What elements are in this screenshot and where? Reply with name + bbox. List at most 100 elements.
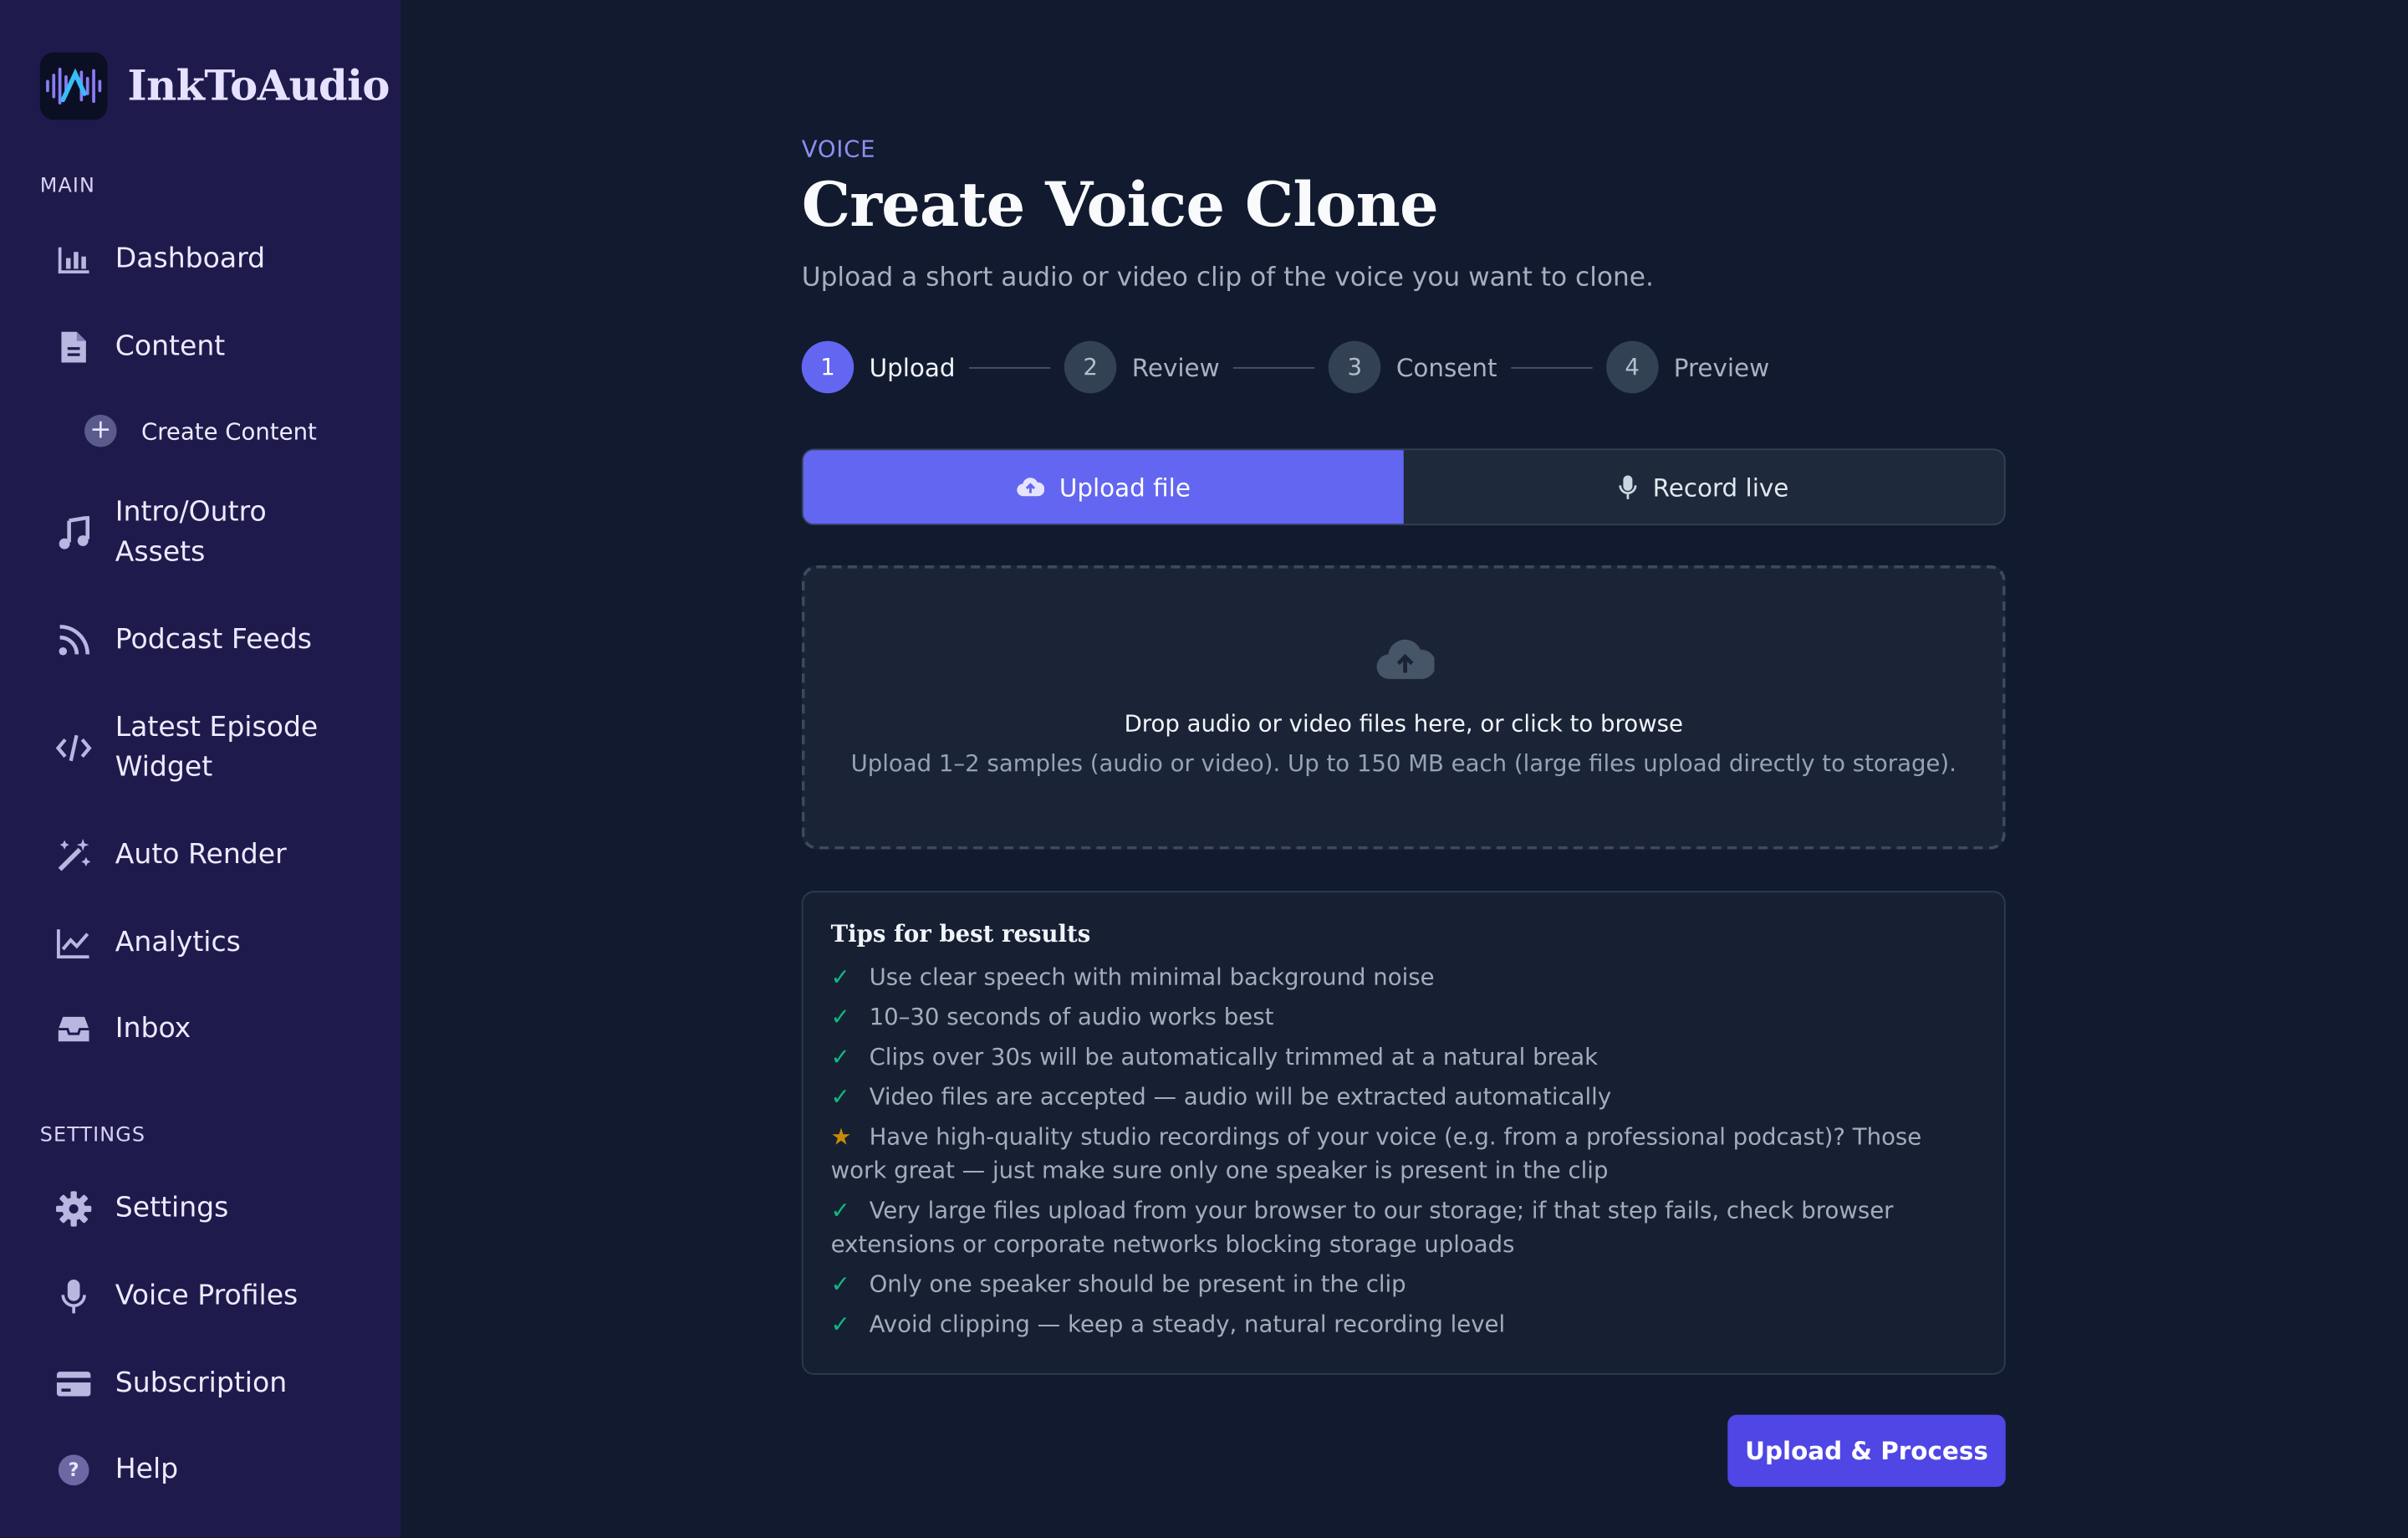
gear-icon	[55, 1190, 92, 1227]
sidebar-item-subscription[interactable]: Subscription	[55, 1364, 345, 1404]
step-review: 2 Review	[1064, 340, 1220, 394]
check-icon: ✓	[830, 1043, 850, 1071]
sidebar-item-create-content[interactable]: + Create Content	[84, 414, 317, 447]
bar-chart-icon	[55, 241, 92, 278]
step-upload: 1 Upload	[801, 340, 956, 394]
sidebar-item-intro-outro-assets[interactable]: Intro/Outro Assets	[55, 493, 345, 574]
sidebar-item-label: Auto Render	[115, 838, 287, 871]
step-label: Upload	[869, 352, 956, 382]
waveform-logo-icon	[39, 52, 108, 120]
sidebar-item-label: Inbox	[115, 1012, 191, 1045]
cloud-upload-icon	[1016, 476, 1044, 498]
input-mode-tabs: Upload file Record live	[801, 448, 2006, 526]
sidebar-item-dashboard[interactable]: Dashboard	[55, 240, 345, 280]
step-number: 3	[1329, 340, 1381, 394]
step-consent: 3 Consent	[1329, 340, 1497, 394]
sidebar-item-label: Settings	[115, 1192, 229, 1224]
check-icon: ✓	[830, 1003, 850, 1031]
check-icon: ✓	[830, 1196, 850, 1224]
tip-text: Use clear speech with minimal background…	[869, 963, 1435, 991]
sidebar-item-label: Podcast Feeds	[115, 623, 312, 657]
sidebar-item-analytics[interactable]: Analytics	[55, 923, 345, 963]
tip-text: Have high-quality studio recordings of y…	[830, 1122, 1922, 1185]
dropzone-description: Upload 1–2 samples (audio or video). Up …	[850, 749, 1956, 778]
plus-circle-icon: +	[84, 414, 117, 447]
settings-section-label: SETTINGS	[39, 1124, 146, 1148]
page-kicker: VOICE	[801, 135, 876, 163]
music-note-icon	[55, 514, 92, 551]
svg-text:?: ?	[69, 1460, 79, 1481]
step-label: Consent	[1395, 352, 1497, 382]
line-chart-icon	[55, 925, 92, 962]
sidebar-item-label: Create Content	[140, 416, 317, 445]
sidebar-item-auto-render[interactable]: Auto Render	[55, 835, 345, 876]
tab-label: Upload file	[1059, 472, 1191, 502]
sidebar-item-label: Latest Episode Widget	[115, 711, 319, 784]
sidebar-item-podcast-feeds[interactable]: Podcast Feeds	[55, 621, 345, 661]
sidebar-item-label: Content	[115, 330, 226, 363]
tip-text: Very large files upload from your browse…	[830, 1196, 1894, 1259]
upload-process-button[interactable]: Upload & Process	[1727, 1414, 2006, 1487]
tab-label: Record live	[1652, 472, 1789, 502]
step-label: Review	[1131, 352, 1220, 382]
tip-item: ✓ 10–30 seconds of audio works best	[831, 1000, 1977, 1034]
dropzone-title: Drop audio or video files here, or click…	[1124, 709, 1683, 738]
check-icon: ✓	[830, 1082, 850, 1111]
star-icon: ★	[830, 1122, 852, 1151]
step-preview: 4 Preview	[1605, 340, 1770, 394]
sidebar-item-voice-profiles[interactable]: Voice Profiles	[55, 1276, 345, 1316]
step-connector	[1233, 366, 1315, 368]
sidebar-item-label: Subscription	[115, 1367, 288, 1400]
microphone-icon	[1619, 474, 1637, 500]
tip-text: 10–30 seconds of audio works best	[869, 1003, 1274, 1031]
help-circle-icon: ?	[55, 1452, 92, 1489]
check-icon: ✓	[830, 1270, 850, 1299]
sidebar-item-inbox[interactable]: Inbox	[55, 1009, 345, 1050]
cloud-upload-icon	[1376, 636, 1436, 687]
magic-wand-icon	[55, 837, 92, 874]
tip-text: Only one speaker should be present in th…	[869, 1270, 1406, 1299]
check-icon: ✓	[830, 1310, 850, 1338]
tip-text: Avoid clipping — keep a steady, natural …	[869, 1310, 1506, 1338]
sidebar-item-label: Voice Profiles	[115, 1279, 298, 1312]
brand[interactable]: InkToAudio	[39, 52, 390, 120]
stepper: 1 Upload 2 Review 3 Consent 4 Preview	[801, 340, 1770, 394]
file-dropzone[interactable]: Drop audio or video files here, or click…	[801, 565, 2006, 850]
tip-item: ✓ Video files are accepted — audio will b…	[831, 1080, 1977, 1113]
step-number: 2	[1064, 340, 1117, 394]
rss-icon	[55, 622, 92, 659]
tip-item: ✓ Avoid clipping — keep a steady, natural…	[831, 1307, 1977, 1341]
tip-text: Video files are accepted — audio will be…	[869, 1082, 1612, 1111]
main-section-label: MAIN	[39, 175, 96, 198]
step-connector	[969, 366, 1051, 368]
tab-upload-file[interactable]: Upload file	[803, 450, 1404, 524]
tip-item: ★ Have high-quality studio recordings of …	[831, 1120, 1977, 1188]
tips-title: Tips for best results	[830, 920, 1091, 948]
tip-item: ✓ Only one speaker should be present in t…	[831, 1267, 1977, 1300]
step-label: Preview	[1673, 352, 1770, 382]
page-title: Create Voice Clone	[801, 169, 1439, 242]
sidebar-item-content[interactable]: Content	[55, 327, 345, 367]
sidebar-item-label: Dashboard	[115, 243, 266, 275]
tip-item: ✓ Very large files upload from your brows…	[831, 1193, 1977, 1261]
sidebar: InkToAudio MAIN Dashboard Content + Crea…	[0, 0, 401, 1538]
tip-text: Clips over 30s will be automatically tri…	[869, 1043, 1599, 1071]
step-connector	[1511, 366, 1593, 368]
step-number: 4	[1605, 340, 1659, 394]
sidebar-item-settings[interactable]: Settings	[55, 1189, 345, 1229]
sidebar-item-help[interactable]: ? Help	[55, 1450, 345, 1490]
tips-panel: Tips for best results ✓ Use clear speech …	[801, 891, 2006, 1375]
inbox-icon	[55, 1011, 92, 1048]
sidebar-item-latest-episode-widget[interactable]: Latest Episode Widget	[55, 708, 345, 789]
sidebar-item-label: Intro/Outro Assets	[115, 496, 267, 569]
code-icon	[55, 729, 92, 766]
step-number: 1	[801, 340, 855, 394]
sidebar-item-label: Analytics	[115, 926, 241, 959]
tip-item: ✓ Use clear speech with minimal backgroun…	[831, 960, 1977, 994]
check-icon: ✓	[830, 963, 850, 991]
document-icon	[55, 329, 92, 365]
tip-item: ✓ Clips over 30s will be automatically tr…	[831, 1040, 1977, 1073]
main-content: VOICE Create Voice Clone Upload a short …	[400, 0, 2408, 1538]
microphone-icon	[55, 1278, 92, 1315]
tab-record-live[interactable]: Record live	[1404, 450, 2004, 524]
